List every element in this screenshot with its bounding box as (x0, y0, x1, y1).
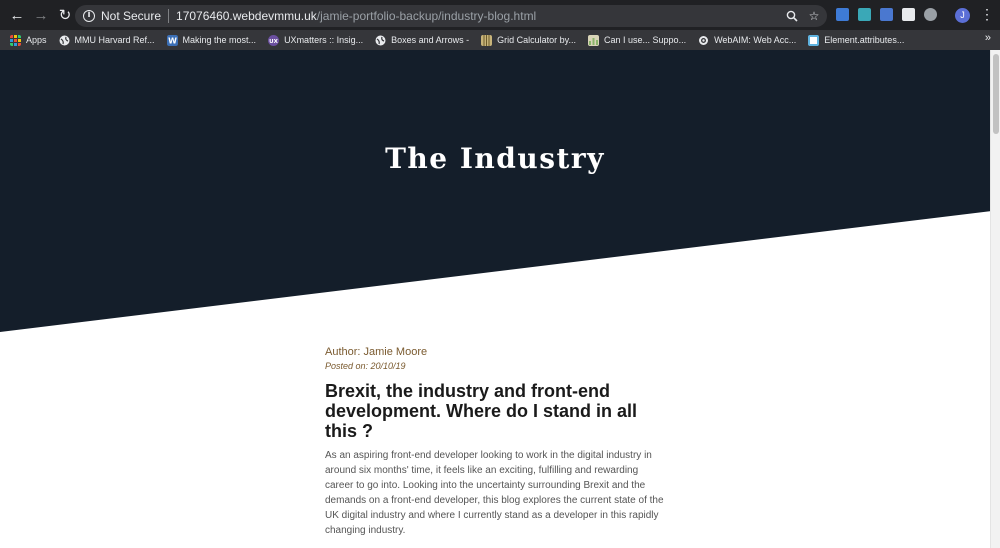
arrow-right-icon: → (33, 6, 49, 24)
bookmarks-bar: Apps MMU Harvard Ref... W Making the mos… (0, 30, 1000, 50)
reload-icon: ↻ (58, 7, 72, 24)
globe-icon (59, 35, 70, 45)
blog-article: Author: Jamie Moore Posted on: 20/10/19 … (325, 346, 665, 538)
bookmark-label: Element.attributes... (824, 35, 905, 45)
bookmark-element-attributes[interactable]: Element.attributes... (808, 31, 904, 49)
address-bar[interactable]: i Not Secure 17076460.webdevmmu.uk/jamie… (75, 5, 827, 27)
mdn-icon (808, 34, 820, 46)
profile-avatar[interactable]: J (955, 8, 970, 23)
bookmark-label: Apps (26, 35, 47, 45)
bookmark-boxes-and-arrows[interactable]: Boxes and Arrows - (375, 31, 469, 49)
reload-button[interactable]: ↻ (54, 4, 76, 26)
extension-frame-icon[interactable] (858, 8, 871, 21)
forward-button[interactable]: → (30, 4, 52, 26)
bookmark-can-i-use[interactable]: Can I use... Suppo... (588, 31, 686, 49)
bookmark-label: WebAIM: Web Acc... (714, 35, 797, 45)
bookmark-label: Boxes and Arrows - (391, 35, 470, 45)
bookmark-star-icon[interactable]: ☆ (807, 8, 821, 24)
scrollbar-thumb[interactable] (993, 54, 999, 134)
ux-logo-icon: UX (268, 34, 280, 46)
back-button[interactable]: ← (6, 4, 28, 26)
article-author: Author: Jamie Moore (325, 346, 428, 358)
svg-text:UX: UX (269, 38, 278, 44)
bookmark-label: Grid Calculator by... (497, 35, 577, 45)
url-path: /jamie-portfolio-backup/industry-blog.ht… (316, 9, 537, 23)
divider (168, 9, 170, 23)
bookmarks-overflow-icon[interactable]: » (985, 32, 991, 44)
bookmark-apps[interactable]: Apps (10, 31, 47, 49)
article-body: As an aspiring front-end developer looki… (325, 450, 664, 536)
info-icon[interactable]: i (83, 10, 95, 22)
arrow-left-icon: ← (9, 6, 25, 24)
bookmark-label: MMU Harvard Ref... (74, 35, 155, 45)
hero-background (0, 50, 1000, 332)
article-headline: Brexit, the industry and front-end devel… (325, 381, 638, 441)
caniuse-icon (588, 34, 600, 46)
page-scrollbar[interactable] (990, 50, 1000, 548)
w-logo-icon: W (166, 34, 178, 46)
page-viewport: The Industry Author: Jamie Moore Posted … (0, 50, 1000, 548)
globe-icon (375, 35, 386, 45)
bookmark-making-the-most[interactable]: W Making the most... (166, 31, 257, 49)
bookmark-label: UXmatters :: Insig... (284, 35, 364, 45)
bookmark-webaim[interactable]: WebAIM: Web Acc... (698, 31, 796, 49)
bookmark-label: Can I use... Suppo... (604, 35, 687, 45)
grid-icon (481, 34, 493, 46)
hero-banner (0, 50, 1000, 332)
extension-translate-icon[interactable] (880, 8, 893, 21)
url-host: 17076460.webdevmmu.uk (176, 9, 317, 23)
security-label: Not Secure (101, 9, 162, 23)
gear-icon (699, 35, 709, 45)
article-date: Posted on: 20/10/19 (325, 361, 406, 371)
svg-text:W: W (168, 36, 177, 45)
page-title: The Industry (385, 142, 605, 175)
zoom-icon[interactable] (785, 8, 799, 24)
extension-refresh-icon[interactable] (902, 8, 915, 21)
bookmark-mmu-harvard[interactable]: MMU Harvard Ref... (59, 31, 155, 49)
extensions-bar (836, 8, 937, 21)
menu-kebab-icon[interactable]: ⋮ (980, 6, 994, 23)
extension-shield-icon[interactable] (836, 8, 849, 21)
extension-accessibility-icon[interactable] (924, 8, 937, 21)
bookmark-grid-calculator[interactable]: Grid Calculator by... (481, 31, 576, 49)
bookmark-uxmatters[interactable]: UX UXmatters :: Insig... (268, 31, 363, 49)
apps-grid-icon (10, 34, 21, 46)
bookmark-label: Making the most... (182, 35, 257, 45)
browser-toolbar: ← → ↻ i Not Secure 17076460.webdevmmu.uk… (0, 0, 1000, 30)
